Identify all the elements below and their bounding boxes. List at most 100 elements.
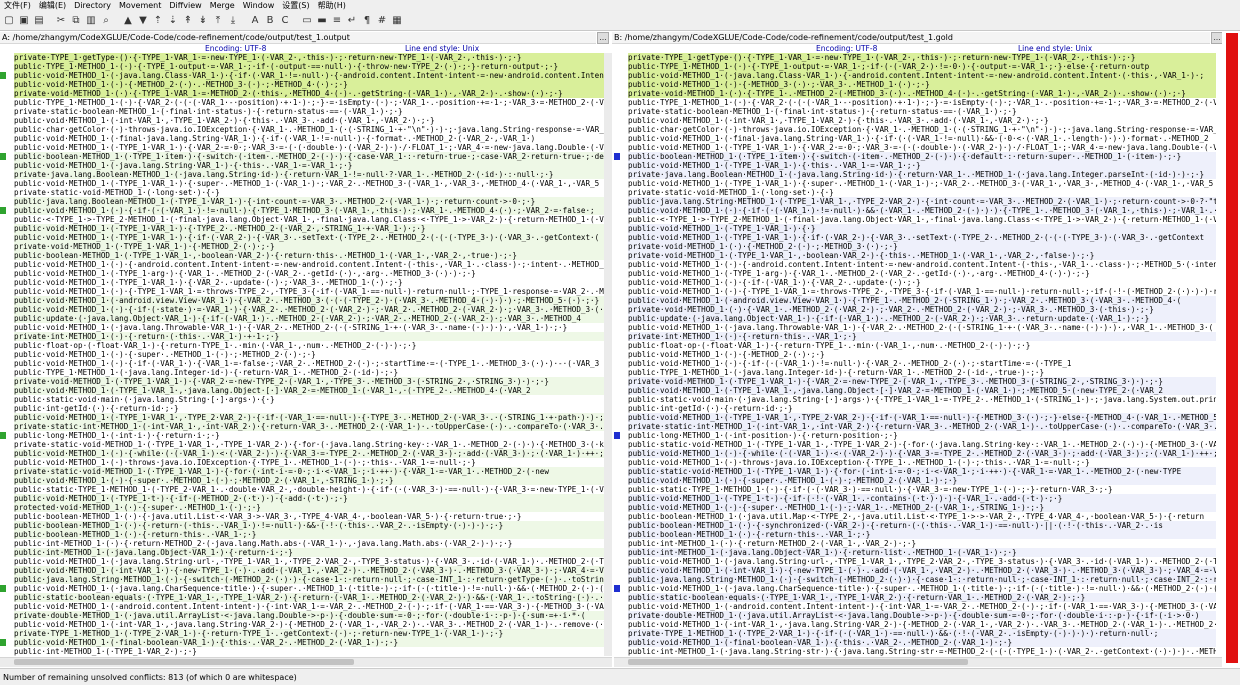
right-line[interactable]: public·int·METHOD_1·(·)·{·return·METHOD_… (628, 539, 1216, 548)
left-line[interactable]: public·TYPE_1·METHOD_1·(·)·{·VAR_2·(·(·(… (14, 98, 604, 107)
left-line[interactable]: public·void·METHOD_1·(·java.lang.String·… (14, 557, 604, 566)
right-line[interactable]: public·boolean·METHOD_1·(·)·{·return·thi… (628, 530, 1216, 539)
right-line[interactable]: public·void·METHOD_1·(·final·java.lang.S… (628, 134, 1216, 143)
right-line[interactable]: public·long·METHOD_1·(·int·position·)·{·… (628, 431, 1216, 440)
menu-item-4[interactable]: Diffview (165, 0, 205, 11)
dir-compare-icon[interactable]: ▦ (390, 14, 404, 28)
right-line[interactable]: public·java.lang.String·METHOD_1·(·TYPE_… (628, 197, 1216, 206)
menu-item-5[interactable]: Merge (206, 0, 239, 11)
right-line[interactable]: public·<·TYPE_1·>·TYPE_2·METHOD_1·(·fina… (628, 215, 1216, 224)
right-line[interactable]: public·boolean·METHOD_1·(·java.util.Map·… (628, 512, 1216, 521)
left-line[interactable]: public·void·METHOD_1·(·android.content.I… (14, 602, 604, 611)
left-line[interactable]: public·void·METHOD_1·(·)·{·super·.·METHO… (14, 476, 604, 485)
right-path-bar[interactable]: B: /home/zhangym/CodeXGLUE/Code-Code/cod… (612, 32, 1210, 44)
right-line[interactable]: public·void·METHOD_1·(·int·VAR_1·,·TYPE_… (628, 116, 1216, 125)
choose-c-icon[interactable]: C (278, 14, 292, 28)
right-line[interactable]: public·char·getColor·(·)·throws·java.io.… (628, 125, 1216, 134)
left-line[interactable]: public·java.lang.Boolean·METHOD_1·(·TYPE… (14, 197, 604, 206)
save-all-icon[interactable]: ▤ (32, 14, 46, 28)
left-line[interactable]: public·void·METHOD_1·(·)·{·if·(·(·VAR_1·… (14, 206, 604, 215)
left-line[interactable]: public·void·METHOD_1·(·TYPE_1·VAR_1·)·{·… (14, 278, 604, 287)
left-line[interactable]: public·int·METHOD_1·(·)·{·return·METHOD_… (14, 539, 604, 548)
left-line[interactable]: public·void·METHOD_1·(·)·{·if·(·VAR_1·)·… (14, 359, 604, 368)
left-path-bar[interactable]: A: /home/zhangym/CodeXGLUE/Code-Code/cod… (0, 32, 596, 44)
right-line[interactable]: public·int·METHOD_1·(·java.lang.String·s… (628, 647, 1216, 656)
right-line[interactable]: private·TYPE_1·getType·()·{·TYPE_1·VAR_1… (628, 53, 1216, 62)
left-line[interactable]: private·int·METHOD_1·(·)·{·return·(·this… (14, 332, 604, 341)
right-line[interactable]: public·void·METHOD_1·(·android.view.View… (628, 296, 1216, 305)
left-line[interactable]: private·static·int·METHOD_1·(·int·VAR_1·… (14, 422, 604, 431)
right-line[interactable]: public·void·METHOD_1·(·TYPE_1·VAR_1·,·TY… (628, 413, 1216, 422)
choose-a-icon[interactable]: A (248, 14, 262, 28)
left-line[interactable]: public·void·METHOD_1·(·java.lang.CharSeq… (14, 584, 604, 593)
left-line[interactable]: public·void·METHOD_1·(·int·VAR_1·,·java.… (14, 620, 604, 629)
right-line[interactable]: public·void·METHOD_1·(·TYPE_1·VAR_1·)·{·… (628, 161, 1216, 170)
right-line[interactable]: public·boolean·METHOD_1·(·TYPE_1·item·)·… (628, 152, 1216, 161)
menu-item-6[interactable]: Window (239, 0, 279, 11)
left-line[interactable]: public·void·METHOD_1·(·)·{·METHOD_2·(·)·… (14, 80, 604, 89)
left-line[interactable]: public·TYPE_1·METHOD_1·(·java.lang.Integ… (14, 368, 604, 377)
find-icon[interactable]: ⌕ (99, 14, 113, 28)
left-line[interactable]: private·java.lang.Boolean·METHOD_1·(·jav… (14, 170, 604, 179)
left-line[interactable]: private·void·METHOD_1·(·TYPE_1·VAR_1·)·{… (14, 377, 604, 386)
left-line[interactable]: protected·void·METHOD_1·(·)·{·super·.·ME… (14, 503, 604, 512)
left-line[interactable]: public·void·METHOD_1·(·java.lang.String·… (14, 161, 604, 170)
left-line[interactable]: public·<·TYPE_1·>·TYPE_2·METHOD_1·(·fina… (14, 215, 604, 224)
left-line[interactable]: public·void·METHOD_1·(·TYPE_1·VAR_1·)·{·… (14, 224, 604, 233)
left-text-pane[interactable]: private·TYPE_1·getType·()·{·TYPE_1·VAR_1… (14, 53, 604, 656)
left-line[interactable]: public·void·METHOD_1·(·TYPE_1·VAR_1·,·TY… (14, 413, 604, 422)
cut-icon[interactable]: ✂ (54, 14, 68, 28)
left-line[interactable]: public·void·METHOD_1·(·TYPE_1·arg·)·{·VA… (14, 269, 604, 278)
left-line[interactable]: private·static·void·METHOD_1·(·TYPE_1·VA… (14, 440, 604, 449)
left-line[interactable]: public·void·METHOD_1·(·java.lang.Class·V… (14, 71, 604, 80)
right-scroll-thumb[interactable] (628, 659, 968, 665)
left-line[interactable]: public·boolean·METHOD_1·(·)·{·return·thi… (14, 530, 604, 539)
right-line[interactable]: public·TYPE_1·METHOD_1·(·)·{·TYPE_1·outp… (628, 62, 1216, 71)
right-line[interactable]: private·int·METHOD_1·(·)·{·return·this·.… (628, 332, 1216, 341)
right-line[interactable]: public·void·METHOD_1·(·int·VAR_1·)·{·new… (628, 566, 1216, 575)
right-line[interactable]: public·void·METHOD_1·(·android.content.I… (628, 602, 1216, 611)
left-line[interactable]: public·int·METHOD_1·(·TYPE_1·VAR_2·)·;·} (14, 647, 604, 656)
up-icon[interactable]: ▲ (121, 14, 135, 28)
right-line[interactable]: public·void·METHOD_1·(·)·{·super·.·METHO… (628, 476, 1216, 485)
left-line[interactable]: public·void·METHOD_1·(·int·VAR_1·)·{·new… (14, 566, 604, 575)
left-line[interactable]: public·static·void·main·(·java.lang.Stri… (14, 395, 604, 404)
new-icon[interactable]: ▢ (2, 14, 16, 28)
right-text-pane[interactable]: private·TYPE_1·getType·()·{·TYPE_1·VAR_1… (628, 53, 1216, 656)
left-line[interactable]: public·void·METHOD_1·(·)·{·if·(·state·)·… (14, 305, 604, 314)
right-line[interactable]: public·static·void·main·(·java.lang.Stri… (628, 395, 1216, 404)
menu-item-3[interactable]: Movement (115, 0, 165, 11)
prev-conflict-icon[interactable]: ↟ (181, 14, 195, 28)
join-icon[interactable]: ≡ (330, 14, 344, 28)
left-line[interactable]: public·int·METHOD_1·(·java.lang.Object·V… (14, 548, 604, 557)
left-line[interactable]: public·boolean·METHOD_1·(·)·{·return·(·t… (14, 521, 604, 530)
right-line[interactable]: public·void·METHOD_1·(·)·{·if·(·(·VAR_1·… (628, 206, 1216, 215)
prev-unsolved-icon[interactable]: ⤒ (211, 14, 225, 28)
right-line[interactable]: private·void·METHOD_1·(·)·{·METHOD_2·(·)… (628, 242, 1216, 251)
left-line[interactable]: private·double·METHOD_1·(·java.util.Arra… (14, 611, 604, 620)
right-line[interactable]: public·void·METHOD_1·(·TYPE_1·t·)·{·if·(… (628, 494, 1216, 503)
left-line[interactable]: public·static·boolean·equals·(·TYPE_1·VA… (14, 593, 604, 602)
right-line[interactable]: private·java.lang.Boolean·METHOD_1·(·jav… (628, 170, 1216, 179)
paste-icon[interactable]: ▥ (84, 14, 98, 28)
show-whitespace-icon[interactable]: ¶ (360, 14, 374, 28)
menu-item-0[interactable]: 文件(F) (0, 0, 35, 11)
overview-icon[interactable]: ▭ (300, 14, 314, 28)
right-line[interactable]: private·double·METHOD_1·(·java.util.Arra… (628, 611, 1216, 620)
left-line[interactable]: public·boolean·METHOD_1·(·)·{·java.util.… (14, 512, 604, 521)
right-line[interactable]: public·void·METHOD_1·(·)·{·METHOD_3·(·)·… (628, 80, 1216, 89)
left-line[interactable]: public·float·op·(·float·VAR_1·)·{·return… (14, 341, 604, 350)
prev-delta-icon[interactable]: ⇡ (151, 14, 165, 28)
left-line[interactable]: private·void·METHOD_1·(·)·{·TYPE_1·VAR_1… (14, 89, 604, 98)
left-line[interactable]: public·void·METHOD_1·(·TYPE_1·VAR_1·)·{·… (14, 233, 604, 242)
left-line[interactable]: public·void·METHOD_1·(·final·java.lang.S… (14, 134, 604, 143)
left-line[interactable]: public·void·METHOD_1·(·final·boolean·VAR… (14, 638, 604, 647)
down-icon[interactable]: ▼ (136, 14, 150, 28)
right-line[interactable]: public·static·TYPE_1·METHOD_1·(·)·{·if·(… (628, 485, 1216, 494)
right-line[interactable]: public·void·METHOD_1·(·)·{·super·.·METHO… (628, 503, 1216, 512)
right-line[interactable]: private·void·METHOD_1·(·)·{·VAR_1·.·METH… (628, 305, 1216, 314)
left-line[interactable]: public·static·TYPE_1·METHOD_1·(·TYPE_2·V… (14, 485, 604, 494)
right-line[interactable]: public·TYPE_1·METHOD_1·(·)·{·VAR_2·(·(·(… (628, 98, 1216, 107)
left-line[interactable]: public·java.lang.String·METHOD_1·(·)·{·s… (14, 575, 604, 584)
right-line[interactable]: public·update·(·java.lang.Object·VAR_1·)… (628, 314, 1216, 323)
